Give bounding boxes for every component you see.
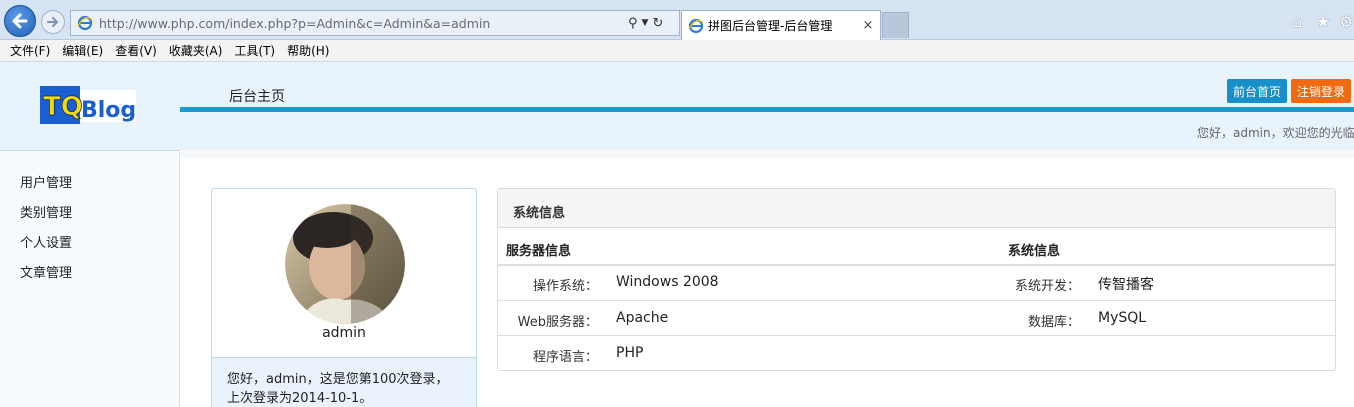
avatar — [285, 204, 405, 324]
star-icon[interactable]: ★ — [1316, 12, 1330, 31]
system-info-heading: 系统信息 — [1008, 244, 1061, 259]
os-label: 操作系统： — [532, 279, 598, 294]
menu-bar: 文件(F) 编辑(E) 查看(V) 收藏夹(A) 工具(T) 帮助(H) — [0, 40, 1354, 62]
menu-help[interactable]: 帮助(H) — [281, 42, 335, 59]
language-label: 程序语言： — [532, 350, 598, 365]
home-icon[interactable]: ⌂ — [1292, 12, 1302, 31]
login-info-box: 您好，admin，这是您第100次登录，上次登录为2014-10-1。 — [212, 357, 476, 407]
logo-text-left: TQ — [43, 92, 83, 122]
content-area: admin 您好，admin，这是您第100次登录，上次登录为2014-10-1… — [181, 158, 1354, 407]
sidebar-item-profile-settings[interactable]: 个人设置 — [20, 232, 72, 251]
nav-tab-admin-home[interactable]: 后台主页 — [229, 86, 285, 106]
address-input[interactable] — [99, 15, 624, 31]
language-value: PHP — [616, 345, 644, 361]
nav-underline — [180, 107, 1354, 112]
page: TQ Blog 后台主页 前台首页 注销登录 您好，admin，欢迎您的光临 用… — [0, 62, 1354, 407]
logo-text-right: Blog — [81, 98, 136, 123]
menu-tools[interactable]: 工具(T) — [228, 42, 281, 59]
sidebar: 用户管理 类别管理 个人设置 文章管理 — [0, 150, 180, 407]
browser-toolbar: ⚲ ▼ ↻ 拼图后台管理-后台管理 × ⌂ ★ ⚙ — [0, 0, 1354, 40]
os-value: Windows 2008 — [616, 274, 719, 290]
arrow-left-icon — [12, 13, 28, 29]
logout-button[interactable]: 注销登录 — [1291, 79, 1351, 103]
system-info-header: 系统信息 — [498, 189, 1335, 228]
system-info-title: 系统信息 — [513, 206, 566, 221]
gear-icon[interactable]: ⚙ — [1339, 12, 1353, 31]
table-row-divider — [498, 300, 1335, 301]
refresh-icon[interactable]: ↻ — [652, 16, 663, 31]
table-header-divider — [498, 264, 1335, 266]
developer-label: 系统开发： — [1014, 279, 1080, 294]
site-header: TQ Blog 后台主页 前台首页 注销登录 您好，admin，欢迎您的光临 — [0, 62, 1354, 150]
address-bar[interactable]: ⚲ ▼ ↻ — [70, 10, 680, 36]
dropdown-icon[interactable]: ▼ — [642, 18, 649, 28]
sidebar-item-users[interactable]: 用户管理 — [20, 172, 72, 191]
menu-file[interactable]: 文件(F) — [4, 42, 56, 59]
ie-page-icon — [77, 15, 93, 31]
forward-button[interactable] — [41, 10, 65, 34]
welcome-text: 您好，admin，欢迎您的光临 — [1197, 126, 1354, 140]
server-info-heading: 服务器信息 — [506, 244, 572, 259]
sidebar-item-articles[interactable]: 文章管理 — [20, 262, 72, 281]
database-value: MySQL — [1098, 310, 1147, 326]
new-tab-button[interactable] — [882, 12, 909, 38]
login-info-text: 您好，admin，这是您第100次登录，上次登录为2014-10-1。 — [227, 372, 449, 406]
system-info-panel: 系统信息 服务器信息 系统信息 操作系统： Windows 2008 系统开发：… — [497, 188, 1336, 371]
main-content: admin 您好，admin，这是您第100次登录，上次登录为2014-10-1… — [181, 150, 1354, 407]
sidebar-divider — [0, 150, 180, 151]
menu-view[interactable]: 查看(V) — [109, 42, 163, 59]
arrow-right-icon — [47, 17, 58, 27]
profile-username: admin — [322, 325, 366, 341]
table-row-divider — [498, 335, 1335, 336]
search-icon[interactable]: ⚲ — [628, 16, 638, 31]
database-label: 数据库： — [1027, 315, 1080, 330]
close-icon[interactable]: × — [860, 18, 876, 33]
tab-title: 拼图后台管理-后台管理 — [708, 19, 833, 33]
web-server-label: Web服务器： — [517, 315, 598, 330]
profile-card: admin 您好，admin，这是您第100次登录，上次登录为2014-10-1… — [211, 188, 477, 407]
web-server-value: Apache — [616, 310, 669, 326]
browser-tab[interactable]: 拼图后台管理-后台管理 × — [681, 10, 881, 40]
menu-favorites[interactable]: 收藏夹(A) — [163, 42, 229, 59]
back-button[interactable] — [4, 5, 36, 37]
sidebar-item-categories[interactable]: 类别管理 — [20, 202, 72, 221]
frontend-home-button[interactable]: 前台首页 — [1227, 79, 1287, 103]
tqblog-logo[interactable]: TQ Blog — [40, 84, 138, 126]
menu-edit[interactable]: 编辑(E) — [56, 42, 109, 59]
ie-tab-icon — [688, 18, 704, 33]
developer-value: 传智播客 — [1098, 277, 1154, 293]
